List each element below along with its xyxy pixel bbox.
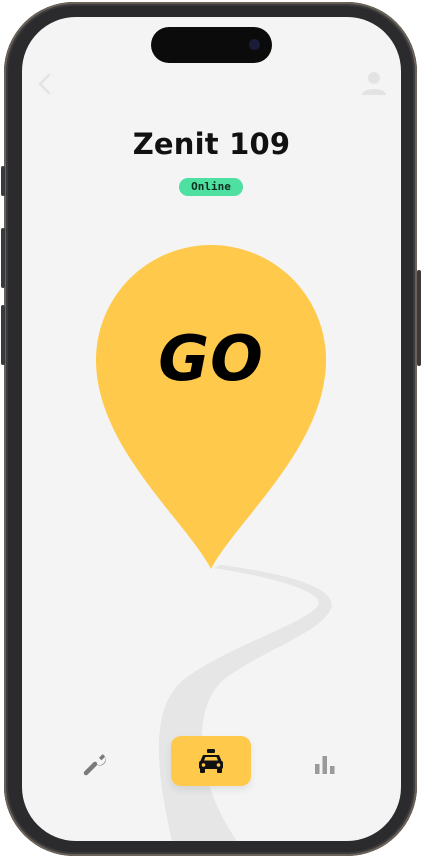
page-title: Zenit 109 [132, 127, 291, 161]
dynamic-island [151, 27, 272, 63]
power-button [417, 270, 421, 366]
camera-icon [249, 39, 260, 50]
bar-chart-icon [315, 756, 335, 774]
tab-tools[interactable] [75, 736, 115, 792]
wrench-icon [83, 754, 106, 776]
road-path [158, 565, 332, 841]
tab-ride[interactable] [171, 736, 251, 786]
status-badge: Online [179, 178, 243, 196]
go-button[interactable]: GO [96, 322, 326, 395]
user-icon[interactable] [360, 69, 388, 97]
tab-stats[interactable] [305, 736, 345, 792]
location-pin [96, 245, 326, 569]
silent-switch [1, 166, 5, 196]
volume-up-button [1, 228, 5, 288]
volume-down-button [1, 305, 5, 365]
app-screen: Zenit 109 Online GO [22, 17, 401, 841]
taxi-icon [199, 749, 223, 773]
chevron-left-icon[interactable] [35, 72, 55, 96]
